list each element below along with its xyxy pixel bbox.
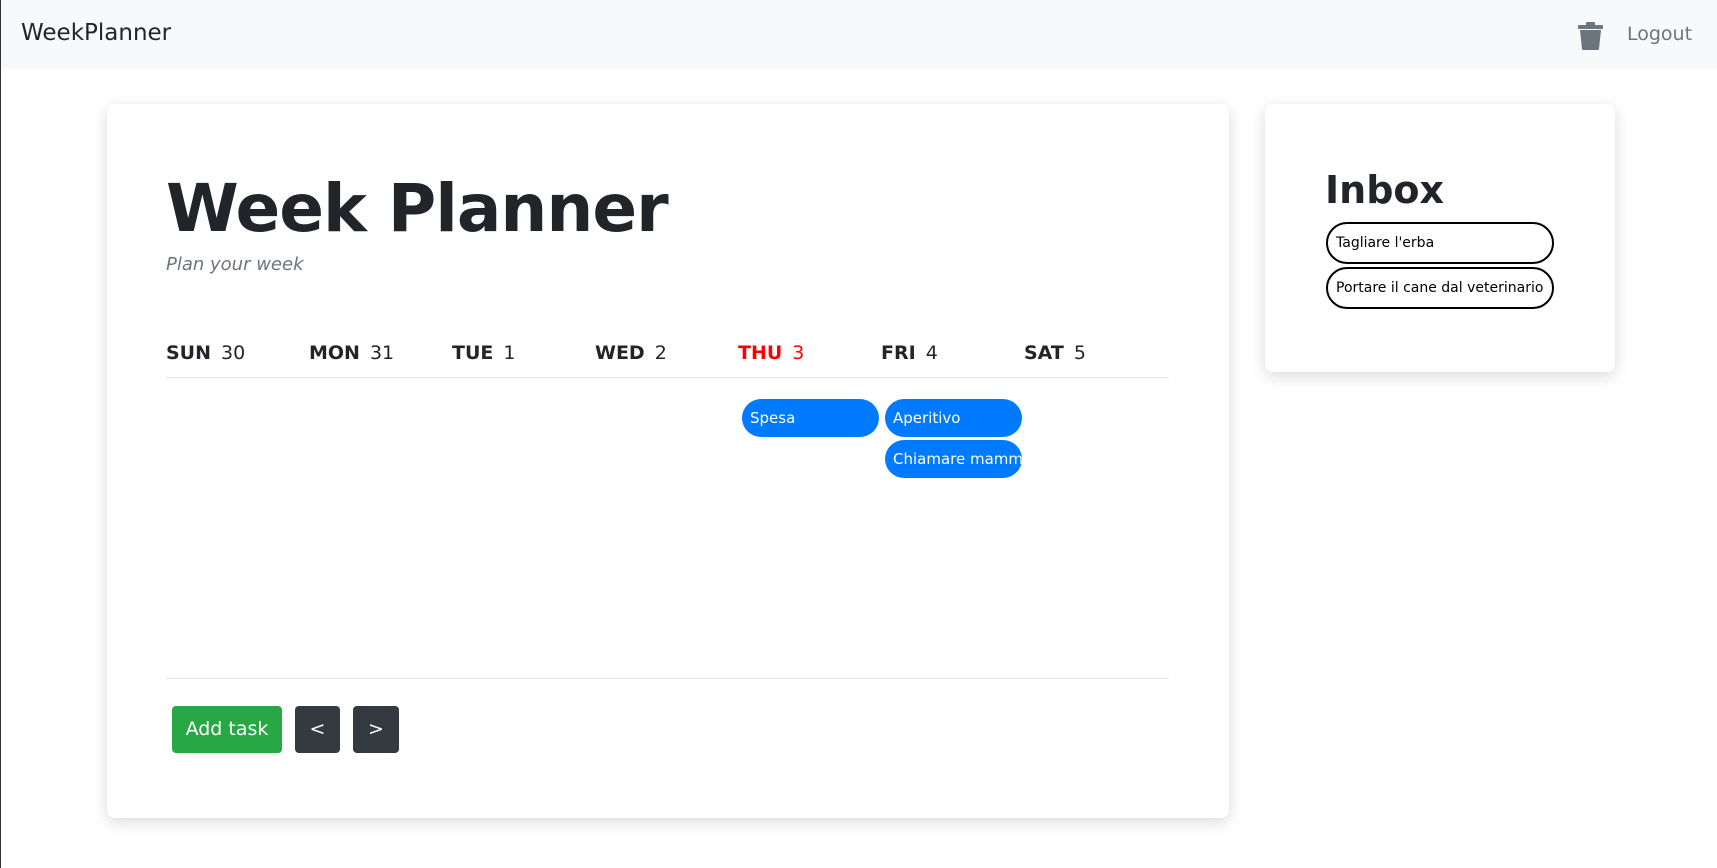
day-date: 2 [654, 342, 667, 364]
day-date: 4 [925, 342, 938, 364]
day-name: SAT [1024, 342, 1064, 364]
task-item[interactable]: Chiamare mamma [885, 440, 1022, 478]
task-item[interactable]: Spesa [742, 399, 879, 437]
day-name: SUN [166, 342, 212, 364]
brand-link[interactable]: WeekPlanner [21, 20, 171, 46]
previous-week-button[interactable]: < [295, 706, 340, 753]
day-name: WED [595, 342, 645, 364]
day-date: 1 [503, 342, 516, 364]
inbox-title: Inbox [1325, 168, 1445, 212]
week-days-header: SUN 30 MON 31 TUE 1 WED 2 THU 3 FRI 4 SAT 5 [166, 342, 1169, 378]
page-subtitle: Plan your week [166, 254, 304, 275]
day-fri[interactable]: FRI 4 [881, 342, 938, 364]
day-date: 30 [221, 342, 246, 364]
day-thu[interactable]: THU 3 [738, 342, 804, 364]
logout-link[interactable]: Logout [1627, 23, 1692, 45]
day-name: THU [738, 342, 783, 364]
divider [166, 678, 1169, 679]
day-date: 31 [369, 342, 395, 364]
day-name: MON [309, 342, 360, 364]
planner-card: Week Planner Plan your week SUN 30 MON 31 … [107, 104, 1229, 818]
day-name: FRI [881, 342, 916, 364]
task-item[interactable]: Aperitivo [885, 399, 1022, 437]
day-name: TUE [452, 342, 494, 364]
inbox-card: Inbox Tagliare l'erba Portare il cane da… [1265, 104, 1615, 372]
page-title: Week Planner [166, 170, 669, 247]
inbox-item[interactable]: Tagliare l'erba [1326, 222, 1554, 264]
trash-icon[interactable] [1578, 22, 1603, 50]
day-mon[interactable]: MON 31 [309, 342, 394, 364]
inbox-item[interactable]: Portare il cane dal veterinario [1326, 267, 1554, 309]
top-navbar: WeekPlanner Logout [1, 0, 1717, 69]
add-task-button[interactable]: Add task [172, 706, 282, 753]
day-wed[interactable]: WED 2 [595, 342, 667, 364]
day-sun[interactable]: SUN 30 [166, 342, 245, 364]
day-date: 5 [1073, 342, 1086, 364]
day-tue[interactable]: TUE 1 [452, 342, 515, 364]
next-week-button[interactable]: > [353, 706, 399, 753]
day-sat[interactable]: SAT 5 [1024, 342, 1086, 364]
day-date: 3 [792, 342, 805, 364]
